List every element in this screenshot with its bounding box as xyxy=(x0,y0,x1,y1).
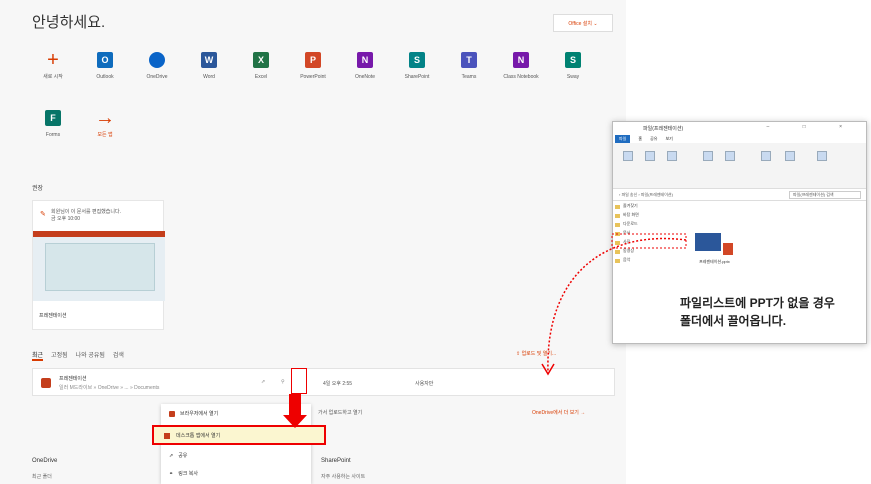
instruction-note: 파일리스트에 PPT가 없을 경우 폴더에서 끌어옵니다. xyxy=(676,292,839,332)
drag-path-arrow xyxy=(541,233,687,376)
